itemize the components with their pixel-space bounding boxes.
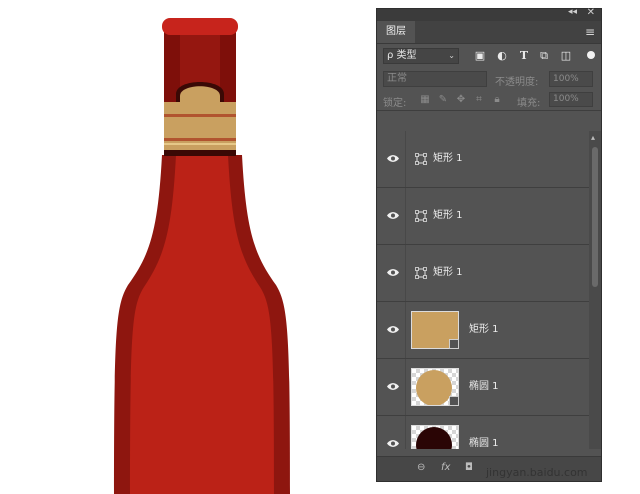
ellipse-thumbnail-fill [416, 370, 452, 405]
filter-kind-select[interactable]: ρ 类型 ⌄ [383, 48, 459, 64]
bottle-main-body [130, 155, 274, 494]
divider [405, 131, 406, 187]
divider [405, 245, 406, 301]
pixel-filter-icon[interactable]: ▣ [473, 49, 487, 63]
layer-row[interactable]: 矩形 1 [377, 188, 589, 245]
panel-top-strip: ◂◂ ✕ [377, 7, 601, 21]
wine-bottle-illustration [114, 18, 290, 494]
divider [405, 188, 406, 244]
vector-shape-icon [415, 153, 427, 165]
visibility-eye-icon[interactable] [387, 154, 399, 163]
layer-row[interactable]: 椭圆 1 [377, 416, 589, 449]
smart-object-filter-icon[interactable]: ◫ [559, 49, 573, 63]
visibility-eye-icon[interactable] [387, 439, 399, 448]
layer-row[interactable]: 矩形 1 [377, 131, 589, 188]
shape-filter-icon[interactable]: ⧉ [537, 49, 551, 63]
layer-row[interactable]: 矩形 1 [377, 245, 589, 302]
label-bottom-edge [164, 150, 236, 156]
layers-panel: ◂◂ ✕ 图层 ≡ ρ 类型 ⌄ ▣ ◐ T ⧉ ◫ 正常 不透明度: 100%… [376, 7, 602, 482]
lock-label: 锁定: [383, 98, 407, 109]
scroll-up-icon[interactable]: ▴ [591, 133, 595, 142]
divider [405, 302, 406, 358]
ellipse-thumbnail-fill [416, 427, 452, 449]
layer-name: 椭圆 1 [469, 381, 499, 392]
visibility-eye-icon[interactable] [387, 325, 399, 334]
lock-artboard-icon[interactable]: ⌗ [473, 93, 485, 107]
add-mask-icon[interactable]: ◘ [465, 462, 473, 473]
divider [405, 416, 406, 449]
type-filter-icon[interactable]: T [517, 49, 531, 63]
visibility-eye-icon[interactable] [387, 382, 399, 391]
fill-label: 填充: [517, 98, 541, 109]
lock-image-pixels-icon[interactable]: ✎ [437, 93, 449, 107]
visibility-eye-icon[interactable] [387, 268, 399, 277]
label-stripe-2 [164, 138, 236, 141]
layer-name: 矩形 1 [433, 267, 463, 278]
lock-row: 锁定: ▦ ✎ ✥ ⌗ 🔒︎ 填充: 100% [377, 90, 601, 111]
artboard-canvas [0, 0, 376, 494]
lock-transparent-pixels-icon[interactable]: ▦ [419, 93, 431, 107]
close-panel-button[interactable]: ✕ [587, 7, 595, 18]
layer-name: 矩形 1 [433, 153, 463, 164]
layer-row[interactable]: 矩形 1 [377, 302, 589, 359]
vector-shape-icon [415, 210, 427, 222]
divider [405, 359, 406, 415]
panel-menu-icon[interactable]: ≡ [585, 25, 595, 39]
label-stripe-3 [164, 143, 236, 145]
lock-position-icon[interactable]: ✥ [455, 93, 467, 107]
layer-row[interactable]: 椭圆 1 [377, 359, 589, 416]
bottle-cap [162, 18, 238, 35]
link-layers-icon[interactable]: ⊖ [417, 462, 425, 473]
layer-name: 矩形 1 [433, 210, 463, 221]
filter-toggle-icon[interactable] [587, 51, 595, 59]
tab-layers[interactable]: 图层 [377, 21, 415, 43]
blend-mode-select[interactable]: 正常 [383, 71, 487, 87]
filter-row: ρ 类型 ⌄ ▣ ◐ T ⧉ ◫ [377, 44, 601, 68]
layer-name: 矩形 1 [469, 324, 499, 335]
label-stripe-1 [164, 114, 236, 117]
filter-kind-label: ρ 类型 [387, 50, 417, 61]
fx-icon[interactable]: fx [441, 462, 450, 473]
blend-row: 正常 不透明度: 100% [377, 68, 601, 90]
watermark: jingyan.baidu.com [486, 466, 588, 479]
adjustment-filter-icon[interactable]: ◐ [495, 49, 509, 63]
fill-field[interactable]: 100% [549, 92, 593, 107]
scroll-thumb[interactable] [592, 147, 598, 287]
label-arch [180, 86, 220, 104]
visibility-eye-icon[interactable] [387, 211, 399, 220]
opacity-field[interactable]: 100% [549, 71, 593, 87]
lock-all-icon[interactable]: 🔒︎ [491, 93, 503, 107]
opacity-label: 不透明度: [495, 77, 539, 88]
layer-thumbnail[interactable] [411, 425, 459, 449]
panel-tab-bar: 图层 ≡ [377, 21, 601, 44]
vector-shape-icon [415, 267, 427, 279]
chevron-down-icon: ⌄ [448, 51, 455, 60]
layer-name: 椭圆 1 [469, 438, 499, 449]
vector-badge-icon [449, 339, 459, 349]
layer-list: 矩形 1 矩形 1 矩形 1 矩形 1 椭圆 1 椭圆 1 [377, 131, 589, 449]
layer-list-scrollbar[interactable]: ▴ [589, 131, 601, 449]
vector-badge-icon [449, 396, 459, 406]
collapse-panel-button[interactable]: ◂◂ [568, 7, 577, 17]
